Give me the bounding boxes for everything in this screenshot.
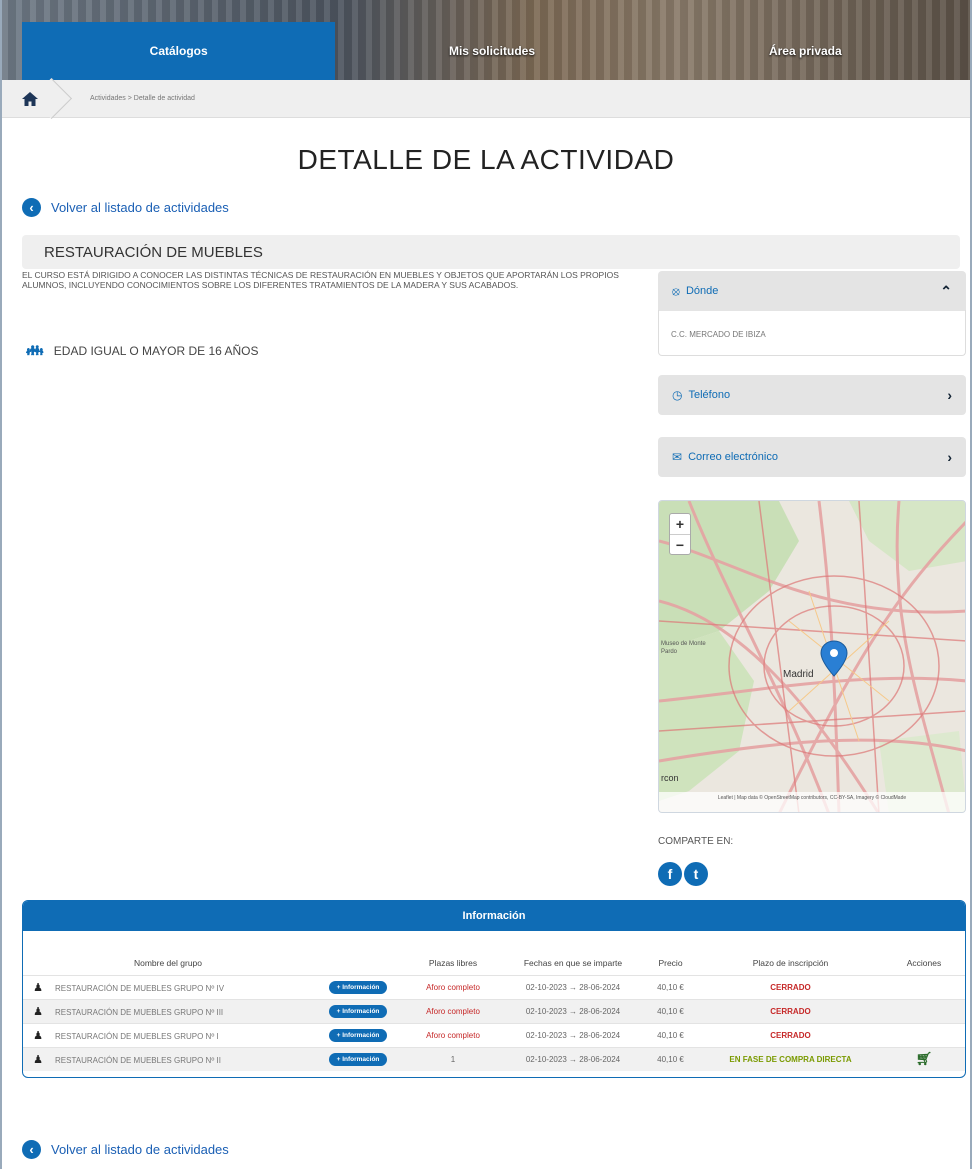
- precio: 40,10 €: [643, 1046, 698, 1071]
- table-row: ♟ RESTAURACIÓN DE MUEBLES GRUPO Nº III + …: [23, 998, 965, 1023]
- chevron-right-icon: ›: [947, 387, 952, 403]
- precio: 40,10 €: [643, 1022, 698, 1047]
- more-info-button[interactable]: + Información: [328, 1028, 388, 1042]
- back-to-list-link[interactable]: ‹ Volver al listado de actividades: [22, 198, 970, 217]
- acciones: [883, 1022, 965, 1047]
- location-map[interactable]: + − Museo de Monte Pardo Madrid rcon Lea…: [658, 500, 966, 813]
- precio: 40,10 €: [643, 998, 698, 1023]
- page: Catálogos Mis solicitudes Área privada A…: [0, 0, 972, 1169]
- fechas: 02-10-2023 → 28-06-2024: [503, 1022, 643, 1047]
- plazas-libres: Aforo completo: [403, 974, 503, 999]
- back-to-list-link-bottom[interactable]: ‹ Volver al listado de actividades: [22, 1140, 229, 1159]
- plazas-libres: 1: [403, 1046, 503, 1071]
- col-precio: Precio: [658, 957, 683, 968]
- plazo-status: CERRADO: [698, 998, 883, 1023]
- accordion-telefono-label: Teléfono: [688, 389, 731, 401]
- col-plazas: Plazas libres: [428, 957, 478, 968]
- person-icon: ♟: [33, 1029, 43, 1042]
- group-name: RESTAURACIÓN DE MUEBLES GRUPO Nº IV: [55, 983, 225, 993]
- location-icon: ⦻: [672, 283, 680, 298]
- col-fechas: Fechas en que se imparte: [523, 957, 623, 968]
- group-name: RESTAURACIÓN DE MUEBLES GRUPO Nº III: [55, 1007, 224, 1017]
- group-name: RESTAURACIÓN DE MUEBLES GRUPO Nº II: [55, 1055, 221, 1065]
- envelope-icon: ✉: [672, 450, 683, 464]
- col-info: [313, 951, 403, 975]
- map-zoom-control: + −: [669, 513, 691, 555]
- map-tiles: [659, 501, 965, 812]
- precio: 40,10 €: [643, 974, 698, 999]
- share-label: COMPARTE EN:: [658, 836, 734, 847]
- map-attribution[interactable]: Leaflet | Map data © OpenStreetMap contr…: [659, 792, 965, 812]
- plazas-libres: Aforo completo: [403, 998, 503, 1023]
- more-info-button[interactable]: + Información: [328, 1052, 388, 1066]
- age-requirement-text: EDAD IGUAL O MAYOR DE 16 AÑOS: [53, 343, 259, 358]
- activity-title-bar: RESTAURACIÓN DE MUEBLES: [22, 235, 960, 269]
- breadcrumb: Actividades > Detalle de actividad: [2, 80, 970, 118]
- people-icon: 👪︎: [26, 342, 44, 358]
- plazo-status: EN FASE DE COMPRA DIRECTA: [698, 1046, 883, 1071]
- tab-area-privada[interactable]: Área privada: [649, 22, 962, 80]
- facebook-icon[interactable]: f: [658, 862, 682, 886]
- table-row: ♟ RESTAURACIÓN DE MUEBLES GRUPO Nº IV + I…: [23, 974, 965, 999]
- map-label-bottom: rcon: [661, 773, 679, 783]
- venue-name: C.C. MERCADO DE IBIZA: [671, 330, 766, 339]
- acciones: [883, 974, 965, 999]
- more-info-button[interactable]: + Información: [328, 1004, 388, 1018]
- accordion-correo-label: Correo electrónico: [688, 451, 778, 463]
- fechas: 02-10-2023 → 28-06-2024: [503, 998, 643, 1023]
- person-icon: ♟: [33, 981, 43, 994]
- map-label-museo: Museo de Monte: [661, 641, 706, 647]
- back-link-label: Volver al listado de actividades: [51, 200, 229, 215]
- home-link[interactable]: [2, 80, 58, 118]
- more-info-button[interactable]: + Información: [328, 980, 388, 994]
- nav-tabs: Catálogos Mis solicitudes Área privada: [22, 22, 962, 80]
- back-link-label: Volver al listado de actividades: [51, 1142, 229, 1157]
- activity-description: EL CURSO ESTÁ DIRIGIDO A CONOCER LAS DIS…: [22, 270, 619, 290]
- twitter-icon[interactable]: t: [684, 862, 708, 886]
- person-icon: ♟: [33, 1053, 43, 1066]
- breadcrumb-path[interactable]: Actividades > Detalle de actividad: [90, 95, 195, 102]
- person-icon: ♟: [33, 1005, 43, 1018]
- accordion-donde-content: C.C. MERCADO DE IBIZA: [658, 310, 966, 356]
- map-label-pardo: Pardo: [661, 649, 678, 655]
- col-acciones: Acciones: [906, 957, 942, 968]
- col-plazo: Plazo de inscripción: [752, 957, 829, 968]
- chevron-right-icon: ›: [947, 449, 952, 465]
- table-row: ♟ RESTAURACIÓN DE MUEBLES GRUPO Nº II + I…: [23, 1046, 965, 1071]
- tab-catalogos[interactable]: Catálogos: [22, 22, 336, 80]
- plazo-status: CERRADO: [698, 1022, 883, 1047]
- age-requirement: 👪︎ EDAD IGUAL O MAYOR DE 16 AÑOS: [26, 342, 259, 359]
- accordion-donde-label: Dónde: [685, 285, 719, 297]
- activity-title: RESTAURACIÓN DE MUEBLES: [44, 243, 263, 261]
- info-header: Información: [23, 901, 965, 931]
- plazo-status: CERRADO: [698, 974, 883, 999]
- back-arrow-icon: ‹: [22, 1140, 41, 1159]
- clock-icon: ◷: [672, 388, 683, 402]
- back-arrow-icon: ‹: [22, 198, 41, 217]
- zoom-out-button[interactable]: −: [670, 534, 690, 554]
- group-name: RESTAURACIÓN DE MUEBLES GRUPO Nº I: [55, 1031, 219, 1041]
- acciones: [883, 998, 965, 1023]
- chevron-up-icon: ⌃: [940, 282, 952, 299]
- col-nombre: Nombre del grupo: [133, 957, 203, 968]
- groups-info-panel: Información Nombre del grupo Plazas libr…: [22, 900, 966, 1078]
- fechas: 02-10-2023 → 28-06-2024: [503, 1046, 643, 1071]
- accordion-telefono[interactable]: ◷ Teléfono ›: [658, 375, 966, 415]
- table-header-row: Nombre del grupo Plazas libres Fechas en…: [23, 951, 965, 975]
- table-row: ♟ RESTAURACIÓN DE MUEBLES GRUPO Nº I + In…: [23, 1022, 965, 1047]
- tab-mis-solicitudes[interactable]: Mis solicitudes: [335, 22, 648, 80]
- top-navigation: Catálogos Mis solicitudes Área privada: [2, 0, 970, 80]
- social-share: f t: [658, 862, 708, 886]
- zoom-in-button[interactable]: +: [670, 514, 690, 534]
- home-icon: [22, 91, 38, 106]
- groups-table: Nombre del grupo Plazas libres Fechas en…: [23, 951, 965, 1071]
- page-title: DETALLE DE LA ACTIVIDAD: [297, 144, 675, 175]
- plazas-libres: Aforo completo: [403, 1022, 503, 1047]
- accordion-correo[interactable]: ✉ Correo electrónico ›: [658, 437, 966, 477]
- map-city-label: Madrid: [783, 669, 814, 680]
- accordion-donde[interactable]: ⦻ Dónde ⌃: [658, 271, 966, 311]
- cart-icon[interactable]: 🛒︎: [916, 1051, 933, 1066]
- fechas: 02-10-2023 → 28-06-2024: [503, 974, 643, 999]
